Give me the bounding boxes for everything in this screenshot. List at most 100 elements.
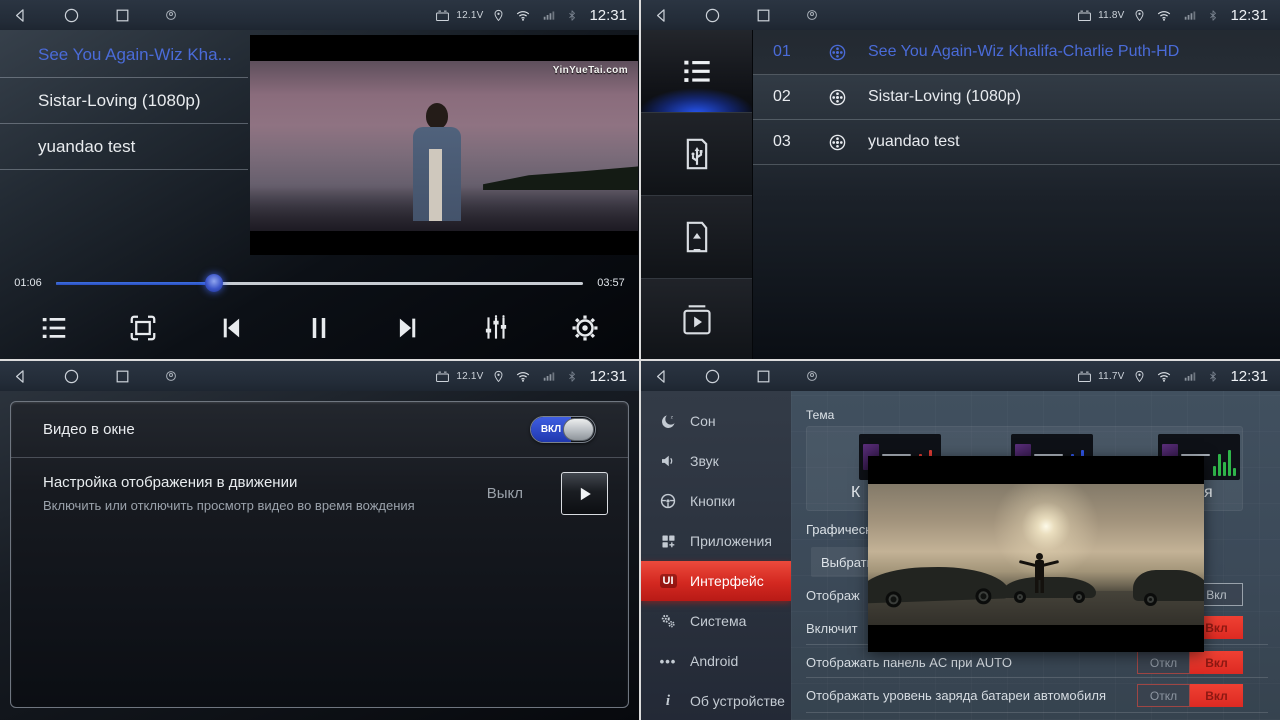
film-reel-icon <box>828 133 868 152</box>
watermark: YinYueTai.com <box>553 65 628 76</box>
menu-item-about[interactable]: i Об устройстве <box>641 681 791 720</box>
menu-label: Об устройстве <box>690 693 785 709</box>
status-bar: 12.1V 12:31 <box>0 0 639 30</box>
expand-play-button[interactable] <box>561 472 608 515</box>
total-time: 03:57 <box>583 277 639 289</box>
battery-voltage: 12.1V <box>456 371 483 382</box>
track-number: 03 <box>773 133 828 151</box>
bluetooth-icon <box>566 8 578 23</box>
pause-button[interactable] <box>289 305 349 351</box>
theme-name-left: К <box>851 484 860 502</box>
home-icon[interactable] <box>704 368 721 385</box>
on-button[interactable]: Вкл <box>1190 684 1243 707</box>
seek-thumb[interactable] <box>205 274 223 292</box>
rail-usb-tab[interactable] <box>641 113 752 196</box>
screen-video-settings: 12.1V 12:31 Видео в окне ВКЛ Настройка о… <box>0 361 639 720</box>
playlist-item[interactable]: Sistar-Loving (1080p) <box>0 78 248 124</box>
back-icon[interactable] <box>653 368 670 385</box>
menu-label: Интерфейс <box>690 573 764 589</box>
recents-icon[interactable] <box>114 368 131 385</box>
disc-icon[interactable] <box>165 9 177 21</box>
on-button[interactable]: Вкл <box>1190 651 1243 674</box>
battery-icon <box>1076 8 1093 23</box>
battery-voltage: 11.8V <box>1098 10 1124 21</box>
wifi-icon <box>1155 8 1173 23</box>
video-viewport[interactable]: YinYueTai.com <box>250 35 638 255</box>
video-in-window-row: Видео в окне ВКЛ <box>11 402 628 458</box>
menu-item-sound[interactable]: Звук <box>641 441 791 481</box>
progress-row: 01:06 03:57 <box>0 272 639 294</box>
row-enable-label: Включит <box>806 621 858 636</box>
home-icon[interactable] <box>704 7 721 24</box>
video-in-window-toggle[interactable]: ВКЛ <box>530 416 596 443</box>
recents-icon[interactable] <box>755 7 772 24</box>
floating-video-window[interactable] <box>868 456 1204 652</box>
back-icon[interactable] <box>12 7 29 24</box>
four-screen-collage: 12.1V 12:31 See You Again-Wiz Kha... Sis… <box>0 0 1280 720</box>
screen-media-browser: 11.8V 12:31 01 See You Again-Wiz Khalifa… <box>641 0 1280 359</box>
row-ac-label: Отображать панель AC при AUTO <box>806 655 1012 670</box>
equalizer-button[interactable] <box>466 305 526 351</box>
divider <box>806 712 1268 713</box>
previous-button[interactable] <box>201 305 261 351</box>
media-row[interactable]: 03 yuandao test <box>753 120 1280 165</box>
menu-item-apps[interactable]: Приложения <box>641 521 791 561</box>
menu-label: Система <box>690 613 746 629</box>
apps-grid-icon <box>657 533 679 550</box>
next-button[interactable] <box>378 305 438 351</box>
playlist-item[interactable]: yuandao test <box>0 124 248 170</box>
back-icon[interactable] <box>653 7 670 24</box>
rail-sdcard-tab[interactable] <box>641 196 752 279</box>
wifi-icon <box>514 8 532 23</box>
status-bar: 11.8V 12:31 <box>641 0 1280 30</box>
setting-subtitle: Включить или отключить просмотр видео во… <box>43 498 471 513</box>
singer-silhouette <box>409 103 467 221</box>
home-icon[interactable] <box>63 7 80 24</box>
recents-icon[interactable] <box>114 7 131 24</box>
aspect-ratio-button[interactable] <box>113 305 173 351</box>
status-bar: 11.7V 12:31 <box>641 361 1280 391</box>
menu-item-android[interactable]: ••• Android <box>641 641 791 681</box>
playlist-item[interactable]: See You Again-Wiz Kha... <box>0 32 248 78</box>
media-row[interactable]: 02 Sistar-Loving (1080p) <box>753 75 1280 120</box>
signal-icon <box>1182 8 1198 22</box>
gears-icon <box>657 612 679 630</box>
track-title: yuandao test <box>868 133 960 151</box>
seek-bar[interactable] <box>56 282 583 285</box>
playlist-button[interactable] <box>24 305 84 351</box>
settings-menu: z Сон Звук Кнопки Приложения UI Интерфей… <box>641 391 791 720</box>
menu-label: Звук <box>690 453 719 469</box>
menu-item-sleep[interactable]: z Сон <box>641 401 791 441</box>
back-icon[interactable] <box>12 368 29 385</box>
track-number: 01 <box>773 43 828 61</box>
rail-video-tab[interactable] <box>641 279 752 359</box>
toggle-knob[interactable] <box>563 418 594 441</box>
menu-item-interface[interactable]: UI Интерфейс <box>641 561 791 601</box>
wifi-icon <box>1155 369 1173 384</box>
menu-item-buttons[interactable]: Кнопки <box>641 481 791 521</box>
wifi-icon <box>514 369 532 384</box>
disc-icon[interactable] <box>165 370 177 382</box>
battery-voltage: 11.7V <box>1098 371 1124 382</box>
menu-item-system[interactable]: Система <box>641 601 791 641</box>
ui-badge-icon: UI <box>657 574 679 588</box>
signal-icon <box>1182 369 1198 383</box>
track-number: 02 <box>773 88 828 106</box>
film-reel-icon <box>828 43 868 62</box>
screen-ui-settings: 11.7V 12:31 z Сон Звук Кнопки Приложения… <box>641 361 1280 720</box>
rail-playlist-tab[interactable] <box>641 30 752 113</box>
off-button[interactable]: Откл <box>1137 651 1190 674</box>
disc-icon[interactable] <box>806 370 818 382</box>
gps-icon <box>492 8 505 23</box>
clock: 12:31 <box>589 7 627 24</box>
recents-icon[interactable] <box>755 368 772 385</box>
media-row[interactable]: 01 See You Again-Wiz Khalifa-Charlie Put… <box>753 30 1280 75</box>
settings-gear-icon[interactable] <box>555 305 615 351</box>
row-ac-buttons: Откл Вкл <box>1137 651 1243 674</box>
off-button[interactable]: Откл <box>1137 684 1190 707</box>
steering-wheel-icon <box>657 492 679 510</box>
home-icon[interactable] <box>63 368 80 385</box>
bluetooth-icon <box>1207 369 1219 384</box>
status-bar: 12.1V 12:31 <box>0 361 639 391</box>
disc-icon[interactable] <box>806 9 818 21</box>
